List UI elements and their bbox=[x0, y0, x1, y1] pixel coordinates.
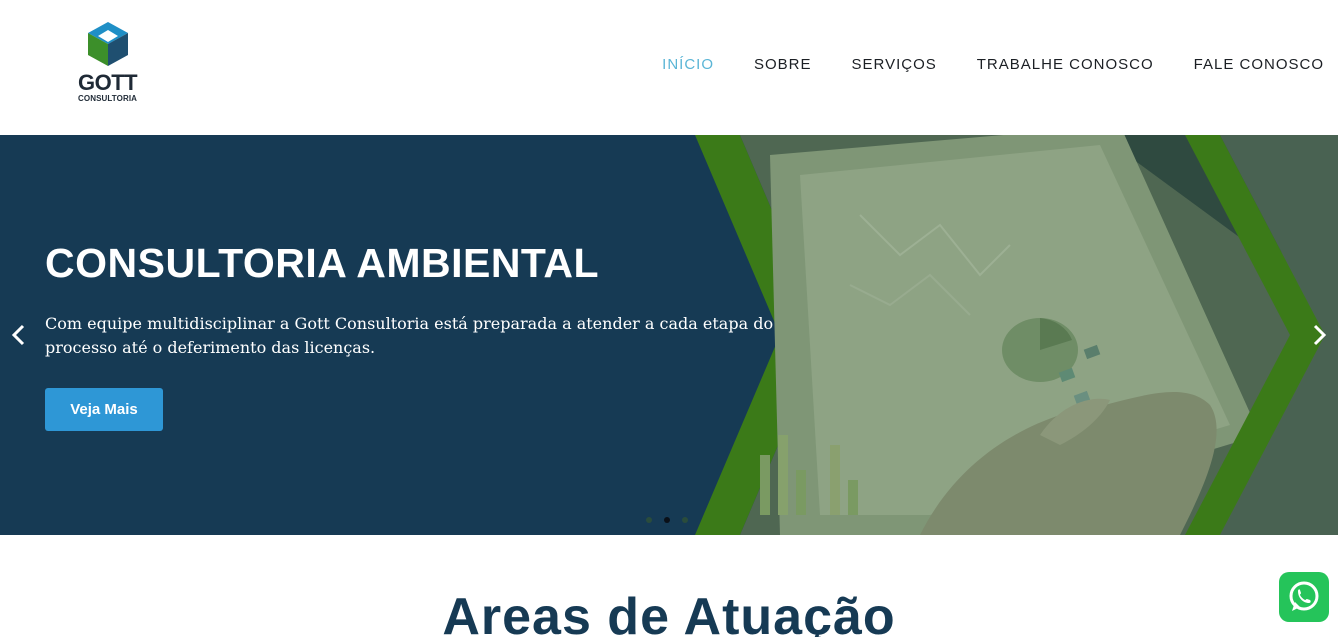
slider-dot[interactable] bbox=[646, 517, 652, 523]
cube-logo-icon bbox=[88, 22, 128, 66]
hero-title: CONSULTORIA AMBIENTAL bbox=[45, 240, 600, 286]
chevron-right-icon[interactable] bbox=[1308, 321, 1330, 349]
logo-name: GOTT bbox=[78, 70, 138, 95]
slider-dot-active[interactable] bbox=[664, 517, 670, 523]
logo[interactable]: GOTT CONSULTORIA bbox=[76, 22, 146, 106]
slider-dots bbox=[646, 517, 688, 523]
logo-subtitle: CONSULTORIA bbox=[78, 94, 138, 103]
section-title: Areas de Atuação bbox=[442, 588, 896, 637]
chevron-left-icon[interactable] bbox=[8, 321, 30, 349]
whatsapp-icon bbox=[1289, 581, 1319, 611]
nav-item-fale-conosco[interactable]: FALE CONOSCO bbox=[1194, 55, 1324, 75]
veja-mais-button[interactable]: Veja Mais bbox=[45, 388, 163, 431]
nav-item-sobre[interactable]: SOBRE bbox=[754, 55, 812, 75]
slider-dot[interactable] bbox=[682, 517, 688, 523]
hero-slider: CONSULTORIA AMBIENTAL Com equipe multidi… bbox=[0, 135, 1338, 535]
whatsapp-button[interactable] bbox=[1279, 572, 1329, 622]
nav-item-inicio[interactable]: INÍCIO bbox=[662, 55, 714, 75]
site-header: GOTT CONSULTORIA INÍCIO SOBRE SERVIÇOS T… bbox=[0, 0, 1338, 135]
main-nav: INÍCIO SOBRE SERVIÇOS TRABALHE CONOSCO F… bbox=[662, 55, 1324, 75]
hero-description: Com equipe multidisciplinar a Gott Consu… bbox=[45, 314, 774, 357]
nav-item-trabalhe-conosco[interactable]: TRABALHE CONOSCO bbox=[977, 55, 1154, 75]
nav-item-servicos[interactable]: SERVIÇOS bbox=[852, 55, 937, 75]
